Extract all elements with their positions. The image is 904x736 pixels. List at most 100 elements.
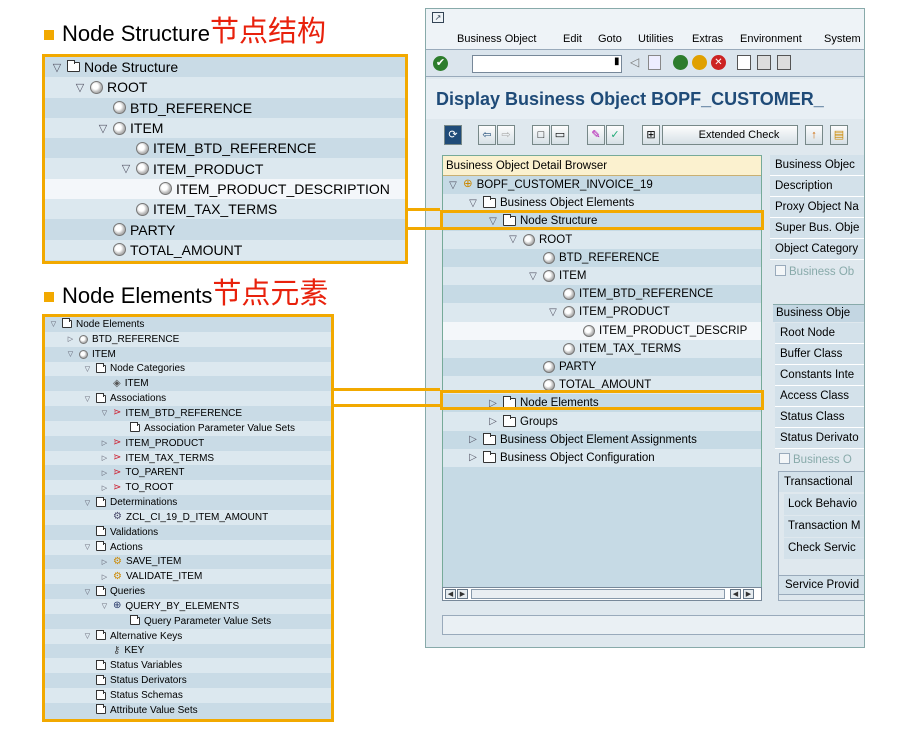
tree-node[interactable]: PARTY bbox=[45, 219, 405, 239]
find-icon[interactable] bbox=[757, 55, 771, 70]
collapse-triangle-icon[interactable]: ▷ bbox=[487, 416, 499, 427]
scroll-left-icon[interactable]: ◀ bbox=[445, 589, 456, 599]
tree-node[interactable]: BTD_REFERENCE bbox=[443, 249, 761, 267]
collapse-triangle-icon[interactable]: ▷ bbox=[100, 469, 109, 477]
tree-node[interactable]: ▷ ⋗ ITEM_TAX_TERMS bbox=[45, 450, 331, 466]
collapse-triangle-icon[interactable]: ▷ bbox=[66, 335, 75, 343]
tree-node[interactable]: Association Parameter Value Sets bbox=[45, 420, 331, 436]
tree-node[interactable]: ▷ ⋗ TO_PARENT bbox=[45, 465, 331, 480]
tree-node[interactable]: ▷ Business Object Element Assignments bbox=[443, 431, 761, 449]
expand-triangle-icon[interactable]: ▽ bbox=[66, 350, 75, 358]
tree-node[interactable]: ▷ Groups bbox=[443, 412, 761, 431]
expand-triangle-icon[interactable]: ▽ bbox=[83, 365, 92, 373]
scroll-thumb[interactable] bbox=[471, 589, 725, 599]
tree-node[interactable]: ITEM_TAX_TERMS bbox=[443, 339, 761, 358]
tree-node[interactable]: ▽ Node Structure bbox=[45, 57, 405, 77]
command-field[interactable] bbox=[472, 55, 622, 73]
enter-icon[interactable]: ✔ bbox=[433, 56, 448, 71]
activate-icon[interactable]: ✓ bbox=[606, 125, 624, 145]
expand-triangle-icon[interactable]: ▽ bbox=[527, 271, 539, 282]
collapse-triangle-icon[interactable]: ▷ bbox=[100, 454, 109, 462]
expand-triangle-icon[interactable]: ▽ bbox=[447, 180, 459, 191]
expand-triangle-icon[interactable]: ▽ bbox=[74, 81, 86, 94]
menu-edit[interactable]: Edit bbox=[563, 33, 582, 45]
collapse-triangle-icon[interactable]: ▷ bbox=[100, 558, 109, 566]
menu-business-object[interactable]: Business Object bbox=[457, 33, 536, 45]
tree-node[interactable]: BTD_REFERENCE bbox=[45, 98, 405, 118]
expand-triangle-icon[interactable]: ▽ bbox=[49, 320, 58, 328]
scroll-right-icon[interactable]: ▶ bbox=[457, 589, 468, 599]
tree-node[interactable]: ITEM_PRODUCT_DESCRIPTION bbox=[45, 178, 405, 200]
tree-node[interactable]: ▽ Node Categories bbox=[45, 361, 331, 377]
checkbox-business-object-2[interactable]: Business O bbox=[779, 453, 852, 466]
expand-triangle-icon[interactable]: ▽ bbox=[547, 307, 559, 318]
checkbox-icon[interactable] bbox=[775, 265, 786, 276]
transport-icon[interactable]: ▤ bbox=[830, 125, 848, 145]
find-next-icon[interactable] bbox=[777, 55, 791, 70]
tree-node[interactable]: Status Variables bbox=[45, 658, 331, 674]
expand-triangle-icon[interactable]: ▽ bbox=[120, 162, 132, 175]
tree-node[interactable]: ▽ ITEM_PRODUCT bbox=[443, 303, 761, 322]
tree-node[interactable]: ⚷ KEY bbox=[45, 644, 331, 659]
tree-node[interactable]: Status Schemas bbox=[45, 688, 331, 703]
tree-node[interactable]: ▷ ⋗ TO_ROOT bbox=[45, 480, 331, 496]
tree-node[interactable]: ▽ Node Elements bbox=[45, 317, 331, 332]
menu-extras[interactable]: Extras bbox=[692, 33, 723, 45]
tree-node[interactable]: PARTY bbox=[443, 358, 761, 376]
back-button-icon[interactable]: ⇦ bbox=[478, 125, 496, 145]
tree-node[interactable]: ▽ Alternative Keys bbox=[45, 628, 331, 644]
cancel-icon[interactable]: ✕ bbox=[711, 55, 726, 70]
menu-system[interactable]: System bbox=[824, 33, 861, 45]
tree-node[interactable]: Status Derivators bbox=[45, 673, 331, 688]
expand-triangle-icon[interactable]: ▽ bbox=[100, 409, 109, 417]
tree-node[interactable]: ▽ ITEM bbox=[45, 347, 331, 362]
tree-node[interactable]: ▽ Associations bbox=[45, 391, 331, 407]
info-icon[interactable]: ↑ bbox=[805, 125, 823, 145]
tree-node[interactable]: ▽ ITEM bbox=[443, 266, 761, 286]
tree-node[interactable]: ▽ ROOT bbox=[45, 77, 405, 98]
new-icon[interactable]: □ bbox=[532, 125, 550, 145]
expand-triangle-icon[interactable]: ▽ bbox=[100, 602, 109, 610]
checkbox-icon[interactable] bbox=[779, 453, 790, 464]
tree-node[interactable]: ▷ ⚙ VALIDATE_ITEM bbox=[45, 569, 331, 585]
tree-node[interactable]: ▽ ITEM bbox=[45, 117, 405, 139]
print-icon[interactable] bbox=[737, 55, 751, 70]
expand-triangle-icon[interactable]: ▽ bbox=[83, 543, 92, 551]
tree-node[interactable]: ▷ ⋗ ITEM_PRODUCT bbox=[45, 436, 331, 451]
tree-node[interactable]: ⚙ ZCL_CI_19_D_ITEM_AMOUNT bbox=[45, 509, 331, 525]
collapse-triangle-icon[interactable]: ▷ bbox=[100, 484, 109, 492]
expand-triangle-icon[interactable]: ▽ bbox=[83, 588, 92, 596]
menu-utilities[interactable]: Utilities bbox=[638, 33, 673, 45]
tree-node[interactable]: ▽ Actions bbox=[45, 539, 331, 555]
menu-icon[interactable]: ↗ bbox=[432, 12, 444, 23]
expand-triangle-icon[interactable]: ▽ bbox=[51, 61, 63, 74]
tree-node[interactable]: ▷ ⚙ SAVE_ITEM bbox=[45, 555, 331, 570]
tree-node[interactable]: ITEM_BTD_REFERENCE bbox=[443, 285, 761, 303]
tree-node[interactable]: ▽ ⊕ BOPF_CUSTOMER_INVOICE_19 bbox=[443, 176, 761, 194]
forward-button-icon[interactable]: ⇨ bbox=[497, 125, 515, 145]
tree-node[interactable]: ITEM_BTD_REFERENCE bbox=[45, 138, 405, 158]
back-icon[interactable] bbox=[673, 55, 688, 70]
exit-icon[interactable] bbox=[692, 55, 707, 70]
tree-node[interactable]: ▷ BTD_REFERENCE bbox=[45, 331, 331, 347]
tree-node[interactable]: ITEM_PRODUCT_DESCRIP bbox=[443, 321, 761, 340]
command-dropdown-icon[interactable]: ▮ bbox=[614, 56, 620, 67]
tree-node[interactable]: ◈ ITEM bbox=[45, 376, 331, 391]
expand-triangle-icon[interactable]: ▽ bbox=[83, 632, 92, 640]
collapse-triangle-icon[interactable]: ▷ bbox=[100, 439, 109, 447]
tree-node[interactable]: ITEM_TAX_TERMS bbox=[45, 199, 405, 220]
display-change-icon[interactable]: ✎ bbox=[587, 125, 605, 145]
check-icon[interactable]: ⊞ bbox=[642, 125, 660, 145]
scroll-right-icon[interactable]: ▶ bbox=[743, 589, 754, 599]
collapse-triangle-icon[interactable]: ▷ bbox=[467, 452, 479, 463]
expand-triangle-icon[interactable]: ▽ bbox=[507, 234, 519, 245]
expand-triangle-icon[interactable]: ▽ bbox=[83, 499, 92, 507]
save-icon[interactable] bbox=[648, 55, 661, 70]
scroll-left-icon[interactable]: ◀ bbox=[730, 589, 741, 599]
tree-node[interactable]: ▷ Business Object Configuration bbox=[443, 448, 761, 467]
collapse-triangle-icon[interactable]: ▷ bbox=[100, 573, 109, 581]
checkbox-business-object[interactable]: Business Ob bbox=[775, 265, 854, 278]
tree-node[interactable]: Query Parameter Value Sets bbox=[45, 614, 331, 629]
collapse-triangle-icon[interactable]: ▷ bbox=[467, 434, 479, 445]
tree-node[interactable]: ▽ Determinations bbox=[45, 495, 331, 510]
